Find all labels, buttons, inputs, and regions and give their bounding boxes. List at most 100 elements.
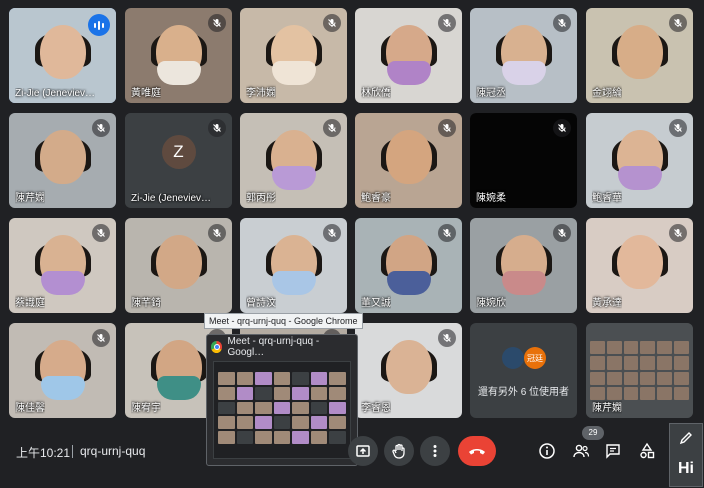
participant-tile[interactable]: 陳冠丞	[470, 8, 577, 103]
more-options-button[interactable]	[420, 436, 450, 466]
chrome-icon	[211, 341, 223, 353]
mic-off-icon	[213, 19, 221, 27]
hang-up-icon	[469, 449, 485, 455]
muted-indicator	[323, 119, 341, 137]
mic-off-icon	[97, 124, 105, 132]
present-icon	[356, 445, 370, 457]
muted-indicator	[92, 119, 110, 137]
participant-tile[interactable]: 鮑睿華	[586, 113, 693, 208]
muted-indicator	[208, 119, 226, 137]
face-mask	[271, 61, 316, 86]
chat-button[interactable]	[600, 438, 626, 464]
participant-name: 陳佳馨	[15, 403, 45, 414]
participant-face	[385, 129, 432, 184]
mic-off-icon	[558, 229, 566, 237]
participant-name: 鮑睿華	[592, 193, 622, 204]
muted-indicator	[553, 119, 571, 137]
end-call-button[interactable]	[458, 436, 496, 466]
participant-tile[interactable]: 金翊綸	[586, 8, 693, 103]
mic-off-icon	[674, 124, 682, 132]
participant-tile[interactable]: Z Zi-Jie (Jeneviev…	[125, 113, 232, 208]
window-tooltip: Meet - qrq-urnj-quq - Google Chrome	[204, 313, 363, 329]
face-mask	[501, 61, 546, 86]
present-button[interactable]	[348, 436, 378, 466]
muted-indicator	[92, 224, 110, 242]
participant-name: 陳婉欣	[476, 298, 506, 309]
muted-indicator	[323, 14, 341, 32]
participant-tile[interactable]: 陳婉柔	[470, 113, 577, 208]
muted-indicator	[669, 224, 687, 242]
face-mask	[271, 271, 316, 296]
muted-indicator	[438, 224, 456, 242]
shapes-icon	[640, 442, 655, 459]
muted-indicator	[669, 14, 687, 32]
participant-tile[interactable]: 蔡識庭	[9, 218, 116, 313]
mic-off-icon	[213, 229, 221, 237]
mic-off-icon	[328, 124, 336, 132]
participant-tile[interactable]: 黃唯庭	[125, 8, 232, 103]
mic-off-icon	[328, 229, 336, 237]
self-view-tile[interactable]: 陳芹嫻	[586, 323, 693, 418]
participant-name: 林欣僑	[361, 88, 391, 99]
participant-avatar	[502, 347, 524, 369]
face-mask	[501, 271, 546, 296]
face-mask	[40, 376, 85, 401]
raise-hand-button[interactable]	[384, 436, 414, 466]
face-mask	[617, 166, 662, 191]
participant-tile[interactable]: 林欣僑	[355, 8, 462, 103]
meeting-details-button[interactable]	[534, 438, 560, 464]
mic-off-icon	[443, 19, 451, 27]
hi-label: Hi	[678, 460, 694, 477]
participant-tile[interactable]: Zi-Jie (Jeneviev…	[9, 8, 116, 103]
participant-tile[interactable]: 郭丙彤	[240, 113, 347, 208]
participant-name: 李沛嫻	[246, 88, 276, 99]
participant-name: 曾詩汶	[246, 298, 276, 309]
participant-face	[39, 129, 86, 184]
participant-tile[interactable]: 董又誠	[355, 218, 462, 313]
participant-name: 董又誠	[361, 298, 391, 309]
pen-icon	[679, 432, 692, 445]
self-view-mini[interactable]: Hi	[669, 423, 703, 487]
mic-off-icon	[443, 229, 451, 237]
participant-name: 黃承達	[592, 298, 622, 309]
participant-avatar: Z	[161, 135, 196, 169]
activities-button[interactable]	[634, 438, 660, 464]
more-vert-icon	[433, 445, 437, 457]
muted-indicator	[669, 119, 687, 137]
bottom-control-bar: 上午10:21 qrq-urnj-quq 29	[0, 424, 704, 488]
participant-tile[interactable]: 陳芹嫻	[9, 113, 116, 208]
participant-name: 陳宥宇	[131, 403, 161, 414]
participant-face	[385, 339, 432, 394]
hand-icon	[392, 443, 405, 459]
face-mask	[156, 376, 201, 401]
participant-tile[interactable]: 鮑睿豪	[355, 113, 462, 208]
participant-face	[616, 234, 663, 289]
preview-title: Meet - qrq-urnj-quq - Googl…	[227, 336, 320, 358]
clock: 上午10:21	[16, 446, 71, 460]
participant-tile[interactable]: 李睿恩	[355, 323, 462, 418]
participant-name: Zi-Jie (Jeneviev…	[15, 88, 96, 99]
participant-name: 陳婉柔	[476, 193, 506, 204]
participant-tile[interactable]: 黃承達	[586, 218, 693, 313]
participant-tile[interactable]: 陳芊錡	[125, 218, 232, 313]
people-button[interactable]	[568, 438, 594, 464]
participant-name: 蔡識庭	[15, 298, 45, 309]
muted-indicator	[208, 224, 226, 242]
muted-indicator	[553, 224, 571, 242]
participant-face	[155, 234, 202, 289]
participant-tile[interactable]: 李沛嫻	[240, 8, 347, 103]
participant-tile[interactable]: 曾詩汶	[240, 218, 347, 313]
participant-tile[interactable]: 陳婉欣	[470, 218, 577, 313]
other-participants-tile[interactable]: 冠廷 還有另外 6 位使用者	[470, 323, 577, 418]
muted-indicator	[323, 224, 341, 242]
mic-off-icon	[443, 334, 451, 342]
mic-off-icon	[97, 334, 105, 342]
mic-off-icon	[97, 229, 105, 237]
face-mask	[271, 166, 316, 191]
face-mask	[156, 61, 201, 86]
participant-avatar-named: 冠廷	[524, 347, 546, 369]
participant-name: 陳冠丞	[476, 88, 506, 99]
participant-face	[39, 24, 86, 79]
participant-name: 鮑睿豪	[361, 193, 391, 204]
participant-tile[interactable]: 陳佳馨	[9, 323, 116, 418]
